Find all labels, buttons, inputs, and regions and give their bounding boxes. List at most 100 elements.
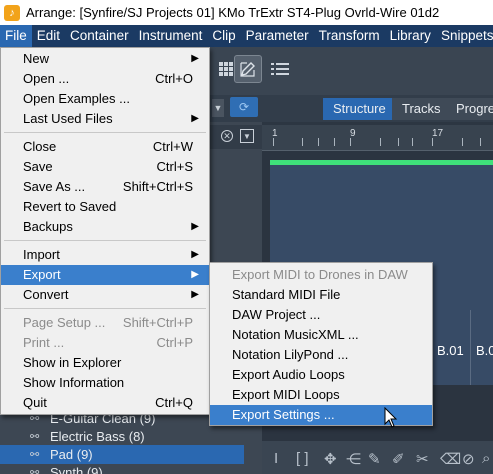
menu-item-label: Export MIDI Loops: [232, 387, 340, 402]
submenu-arrow-icon: ▶: [191, 289, 199, 300]
instrument-node-icon: ⚯: [30, 449, 40, 461]
clip-divider: [470, 310, 471, 385]
ruler-tick: [480, 138, 481, 146]
menu-item-new[interactable]: New ▶: [1, 49, 209, 69]
menu-item-shortcut: Ctrl+S: [156, 159, 193, 174]
menu-transform[interactable]: Transform: [314, 25, 385, 47]
menu-item-shortcut: Ctrl+W: [152, 139, 193, 154]
menu-item-label: Import: [23, 247, 60, 262]
clip-label[interactable]: B.01: [437, 343, 464, 358]
menu-edit[interactable]: Edit: [32, 25, 65, 47]
menu-item-show-in-explorer[interactable]: Show in Explorer: [1, 353, 209, 373]
menu-item-export-midi-loops[interactable]: Export MIDI Loops: [210, 385, 432, 405]
timeline-ruler[interactable]: 1 9 17: [262, 125, 493, 151]
menu-item-label: Notation MusicXML ...: [232, 327, 359, 342]
bracket-select-icon[interactable]: [ ]: [296, 450, 309, 467]
menu-item-page-setup: Page Setup ... Shift+Ctrl+P: [1, 313, 209, 333]
menu-item-daw-project[interactable]: DAW Project ...: [210, 305, 432, 325]
list-item[interactable]: ⚯ Electric Bass (8): [0, 427, 244, 446]
menu-item-label: Export: [23, 267, 61, 282]
menu-item-show-information[interactable]: Show Information: [1, 373, 209, 393]
pencil-edit-icon[interactable]: [234, 55, 262, 83]
menu-item-print: Print ... Ctrl+P: [1, 333, 209, 353]
tab-structure[interactable]: Structure: [323, 98, 396, 120]
submenu-arrow-icon: ▶: [191, 269, 199, 280]
ruler-tick: [398, 138, 399, 146]
menu-item-import[interactable]: Import ▶: [1, 245, 209, 265]
submenu-arrow-icon: ▶: [191, 249, 199, 260]
window-title: Arrange: [Synfire/SJ Projects 01] KMo Tr…: [26, 5, 440, 20]
menu-instrument[interactable]: Instrument: [134, 25, 208, 47]
ruler-tick: [412, 138, 413, 146]
menu-bar: File Edit Container Instrument Clip Para…: [0, 25, 493, 47]
ruler-mark: 9: [350, 128, 356, 139]
menu-item-convert[interactable]: Convert ▶: [1, 285, 209, 305]
menu-separator: [4, 308, 206, 309]
tab-progression[interactable]: Progres: [446, 98, 493, 120]
menu-library[interactable]: Library: [385, 25, 436, 47]
menu-item-export-midi-to-drones: Export MIDI to Drones in DAW: [210, 265, 432, 285]
menu-item-revert-to-saved[interactable]: Revert to Saved: [1, 197, 209, 217]
ruler-mark: 1: [272, 128, 278, 139]
pencil-icon[interactable]: ✎: [368, 450, 381, 468]
menu-item-label: Show Information: [23, 375, 125, 390]
menu-file[interactable]: File: [0, 25, 32, 47]
chevron-down-icon[interactable]: ▼: [212, 99, 224, 117]
menu-item-label: Open ...: [23, 71, 70, 86]
menu-item-label: Last Used Files: [23, 111, 113, 126]
chevron-down-icon[interactable]: ▼: [240, 129, 254, 143]
close-circle-icon[interactable]: ✕: [221, 130, 233, 142]
ruler-tick: [334, 138, 335, 146]
menu-container[interactable]: Container: [65, 25, 134, 47]
tab-tracks[interactable]: Tracks: [392, 98, 451, 120]
menu-item-label: Show in Explorer: [23, 355, 122, 370]
menu-item-export[interactable]: Export ▶: [1, 265, 209, 285]
zoom-icon[interactable]: ⌕: [482, 450, 490, 467]
scissors-icon[interactable]: ✂: [416, 450, 429, 468]
menu-separator: [4, 132, 206, 133]
text-cursor-icon[interactable]: I: [274, 450, 278, 467]
submenu-arrow-icon: ▶: [191, 221, 199, 232]
brush-icon[interactable]: ✐: [392, 450, 405, 468]
menu-item-save[interactable]: Save Ctrl+S: [1, 157, 209, 177]
menu-item-open-examples[interactable]: Open Examples ...: [1, 89, 209, 109]
ruler-tick: [462, 138, 463, 146]
menu-clip[interactable]: Clip: [207, 25, 240, 47]
menu-item-notation-lilypond[interactable]: Notation LilyPond ...: [210, 345, 432, 365]
menu-item-last-used-files[interactable]: Last Used Files ▶: [1, 109, 209, 129]
mouse-pointer-icon: [384, 407, 398, 428]
menu-separator: [4, 240, 206, 241]
title-bar: ♪ Arrange: [Synfire/SJ Projects 01] KMo …: [0, 0, 493, 25]
menu-item-label: Export Audio Loops: [232, 367, 345, 382]
list-item-label: Electric Bass (8): [50, 429, 145, 444]
menu-item-label: DAW Project ...: [232, 307, 321, 322]
menu-item-standard-midi-file[interactable]: Standard MIDI File: [210, 285, 432, 305]
menu-parameter[interactable]: Parameter: [241, 25, 314, 47]
eraser-icon[interactable]: ⌫: [440, 450, 461, 468]
menu-item-label: Backups: [23, 219, 73, 234]
clip-label[interactable]: B.0: [476, 343, 493, 358]
menu-item-label: Page Setup ...: [23, 315, 106, 330]
list-item[interactable]: ⚯ Pad (9): [0, 445, 244, 464]
menu-item-shortcut: Ctrl+P: [156, 335, 193, 350]
mute-icon[interactable]: ⊘: [462, 450, 475, 468]
menu-item-export-settings[interactable]: Export Settings ...: [210, 405, 432, 425]
menu-item-backups[interactable]: Backups ▶: [1, 217, 209, 237]
menu-item-close[interactable]: Close Ctrl+W: [1, 137, 209, 157]
list-item[interactable]: ⚯ Synth (9): [0, 463, 244, 474]
connect-icon[interactable]: ⋲: [346, 450, 361, 468]
menu-item-label: Print ...: [23, 335, 65, 350]
menu-item-notation-musicxml[interactable]: Notation MusicXML ...: [210, 325, 432, 345]
menu-snippets[interactable]: Snippets: [436, 25, 493, 47]
move-icon[interactable]: ✥: [324, 450, 337, 468]
menu-item-open[interactable]: Open ... Ctrl+O: [1, 69, 209, 89]
menu-item-shortcut: Ctrl+Q: [155, 395, 193, 410]
instrument-node-icon: ⚯: [30, 467, 40, 474]
menu-item-quit[interactable]: Quit Ctrl+Q: [1, 393, 209, 413]
list-view-icon[interactable]: [266, 55, 294, 83]
toolbar: [210, 47, 493, 95]
menu-item-export-audio-loops[interactable]: Export Audio Loops: [210, 365, 432, 385]
link-sync-icon[interactable]: ⟳: [230, 97, 258, 117]
ruler-tick: [302, 138, 303, 146]
menu-item-save-as[interactable]: Save As ... Shift+Ctrl+S: [1, 177, 209, 197]
